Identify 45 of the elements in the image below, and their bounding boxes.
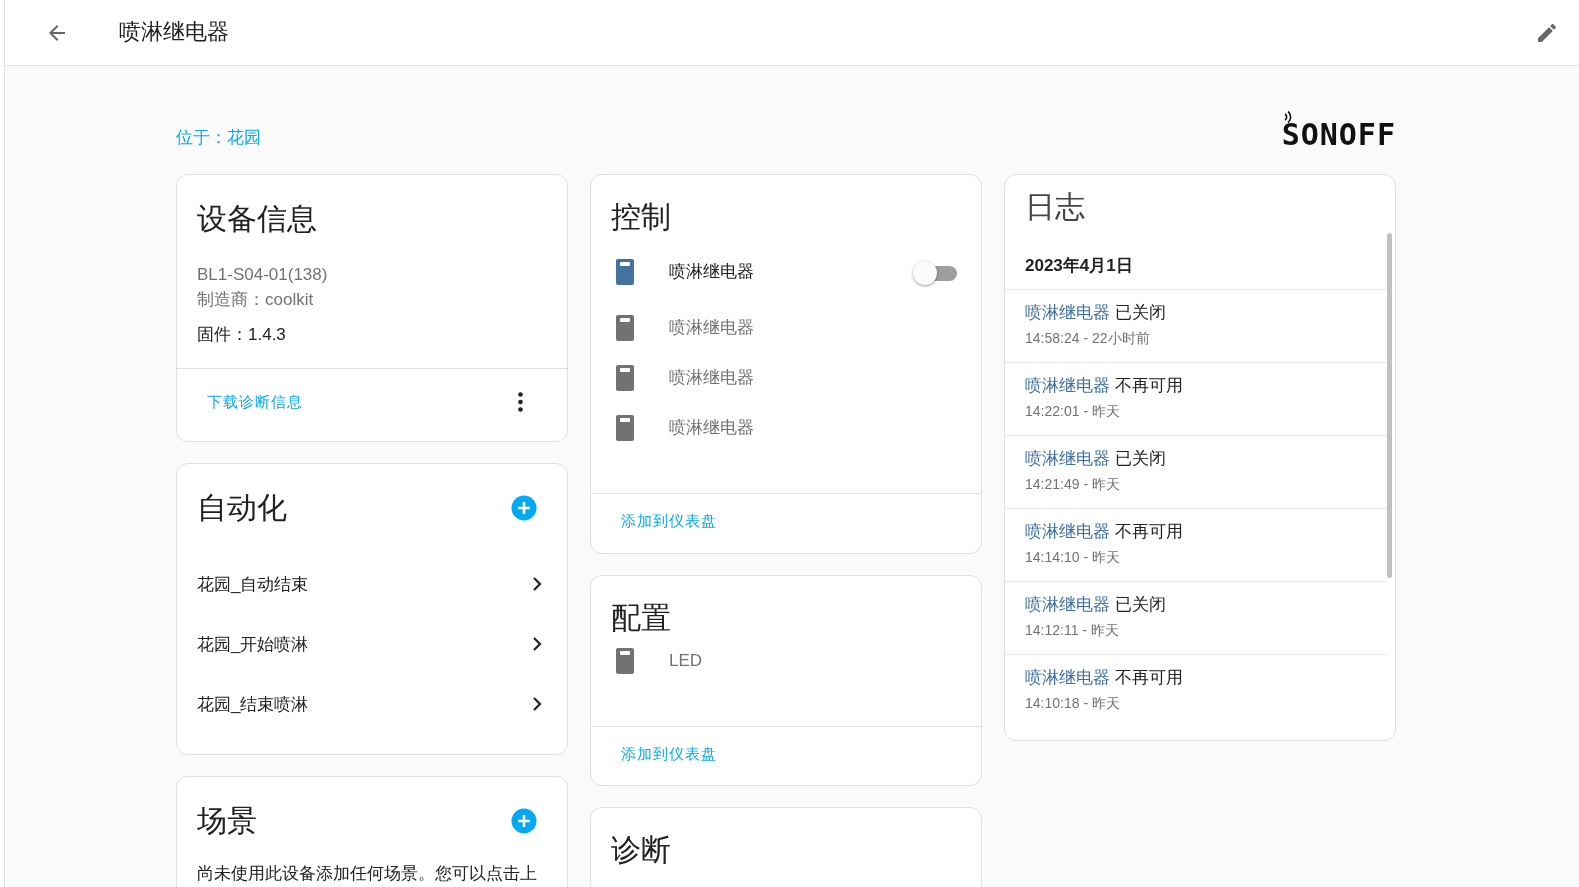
log-message: 喷淋继电器 不再可用: [1025, 666, 1184, 689]
log-time: 14:14:10 - 昨天: [1025, 548, 1121, 567]
log-message: 喷淋继电器 不再可用: [1025, 374, 1184, 397]
scenes-description: 尚未使用此设备添加任何场景。您可以点击上: [196, 863, 538, 886]
card-title: 配置: [610, 599, 672, 636]
card-title: 控制: [610, 199, 672, 235]
log-message: 喷淋继电器 已关闭: [1025, 301, 1167, 324]
log-message: 喷淋继电器 已关闭: [1025, 447, 1167, 470]
wireless-icon: [1283, 110, 1292, 124]
log-time: 14:12:11 - 昨天: [1025, 621, 1120, 640]
log-message: 喷淋继电器 已关闭: [1025, 593, 1167, 616]
firmware-text: 固件：1.4.3: [197, 324, 287, 347]
log-time: 14:10:18 - 昨天: [1025, 694, 1121, 713]
card-title: 自动化: [197, 490, 287, 527]
more-vertical-icon: [518, 392, 523, 413]
brand-logo: SONOFF: [1281, 120, 1396, 150]
card-title: 设备信息: [197, 201, 318, 237]
plus-icon: [511, 808, 537, 835]
automation-item[interactable]: 花园_自动结束: [177, 554, 567, 615]
page-title: 喷淋继电器: [119, 19, 230, 46]
card-title: 场景: [197, 803, 257, 840]
entity-link[interactable]: 喷淋继电器: [1025, 375, 1110, 395]
automation-item[interactable]: 花园_结束喷淋: [177, 674, 567, 735]
entity-link[interactable]: 喷淋继电器: [1025, 594, 1110, 614]
log-time: 14:58:24 - 22小时前: [1025, 329, 1151, 348]
card-title: 诊断: [610, 832, 672, 868]
model-text: BL1-S04-01(138): [197, 264, 329, 286]
entity-link[interactable]: 喷淋继电器: [1025, 448, 1110, 468]
entity-name[interactable]: 喷淋继电器: [669, 259, 913, 285]
toggle-switch[interactable]: [913, 261, 957, 283]
date-heading: 2023年4月1日: [1025, 256, 1133, 275]
entity-link[interactable]: 喷淋继电器: [1025, 521, 1110, 541]
entity-link[interactable]: 喷淋继电器: [1025, 667, 1110, 687]
chevron-right-icon: [531, 576, 543, 593]
chevron-right-icon: [531, 696, 543, 713]
log-time: 14:21:49 - 昨天: [1025, 475, 1121, 494]
entity-link[interactable]: 喷淋继电器: [1025, 302, 1110, 322]
scrollbar[interactable]: [1387, 233, 1392, 578]
manufacturer-text: 制造商：coolkit: [197, 288, 315, 311]
log-message: 喷淋继电器 不再可用: [1025, 520, 1184, 543]
log-time: 14:22:01 - 昨天: [1025, 402, 1121, 421]
chevron-right-icon: [531, 636, 543, 653]
card-title: 日志: [1024, 189, 1086, 225]
plus-icon: [511, 495, 537, 522]
automation-item[interactable]: 花园_开始喷淋: [177, 614, 567, 675]
